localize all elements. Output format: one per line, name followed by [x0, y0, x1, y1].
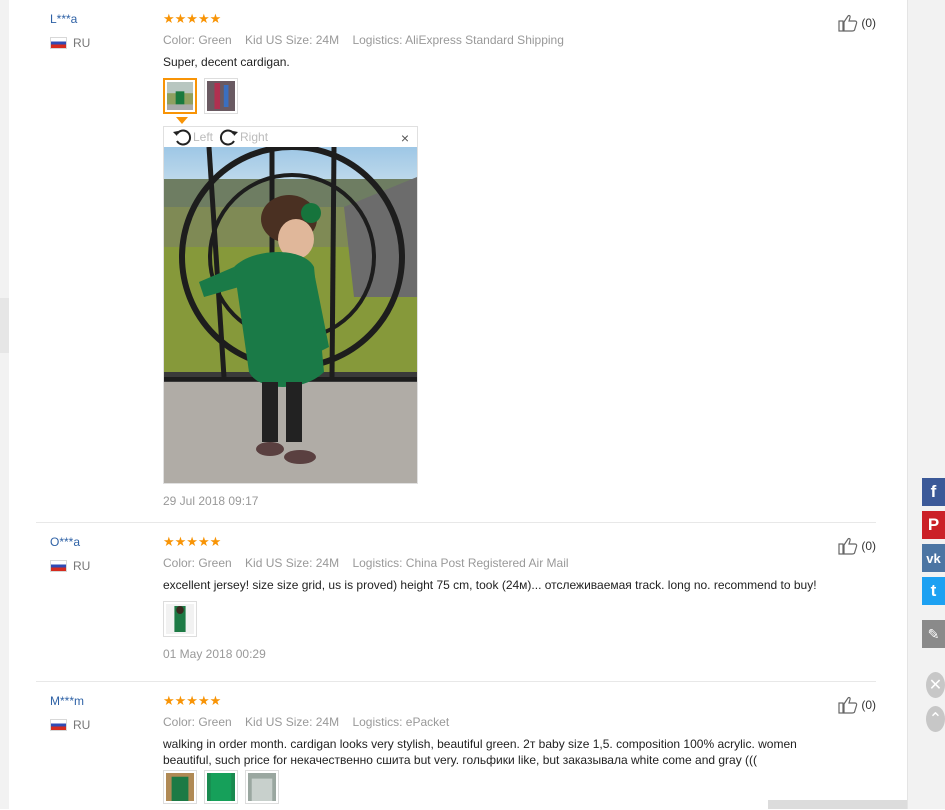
- close-panel-button[interactable]: ✕: [922, 671, 945, 699]
- photo-thumbnail-image: [248, 773, 276, 801]
- review-photo-thumbnail[interactable]: [163, 601, 197, 637]
- size-attribute: Kid US Size: 24M: [245, 556, 340, 570]
- thumbnail-pointer: [176, 117, 188, 124]
- russia-flag-icon: [50, 560, 67, 572]
- helpful-count: (0): [861, 698, 876, 712]
- color-attribute: Color: Green: [163, 715, 232, 729]
- review-info: Color: Green Kid US Size: 24M Logistics:…: [163, 32, 863, 48]
- photo-thumbnail-image: [167, 82, 193, 110]
- helpful-count: (0): [861, 539, 876, 553]
- country-code: RU: [73, 559, 91, 573]
- rotate-left-label: Left: [193, 130, 214, 144]
- color-attribute: Color: Green: [163, 556, 232, 570]
- review-content: ★★★★★ Color: Green Kid US Size: 24M Logi…: [163, 694, 863, 804]
- twitter-share-button[interactable]: t: [922, 577, 945, 605]
- reviewer-name[interactable]: M***m: [50, 694, 84, 708]
- scroll-top-button[interactable]: ⌃: [922, 705, 945, 733]
- pinterest-share-button[interactable]: P: [922, 511, 945, 539]
- edit-button[interactable]: ✎: [922, 620, 945, 648]
- vk-icon: vk: [926, 550, 941, 566]
- review-photo-thumbnail[interactable]: [204, 78, 238, 114]
- helpful-button[interactable]: (0): [838, 537, 876, 555]
- close-icon: ✕: [926, 672, 945, 698]
- review-content: ★★★★★ Color: Green Kid US Size: 24M Logi…: [163, 535, 863, 661]
- reviewer-name[interactable]: O***a: [50, 535, 80, 549]
- country-code: RU: [73, 36, 91, 50]
- review-date: 29 Jul 2018 09:17: [163, 494, 259, 508]
- helpful-count: (0): [861, 16, 876, 30]
- review-photo-thumbnail[interactable]: [204, 770, 238, 804]
- review-date: 01 May 2018 00:29: [163, 647, 266, 661]
- review-photo-large: [164, 147, 417, 483]
- rotate-left-button[interactable]: Left: [172, 128, 213, 146]
- russia-flag-icon: [50, 719, 67, 731]
- star-rating: ★★★★★: [163, 11, 222, 26]
- logistics-attribute: Logistics: China Post Registered Air Mai…: [352, 556, 569, 570]
- thumbs-up-icon: [838, 537, 858, 555]
- size-attribute: Kid US Size: 24M: [245, 33, 340, 47]
- reviewer-country: RU: [50, 36, 90, 50]
- review-thumbnails: [163, 770, 863, 804]
- star-rating: ★★★★★: [163, 534, 222, 549]
- gutter-band: [0, 298, 9, 353]
- thumbs-up-icon: [838, 696, 858, 714]
- review-info: Color: Green Kid US Size: 24M Logistics:…: [163, 714, 863, 730]
- review-photo-thumbnail[interactable]: [245, 770, 279, 804]
- facebook-icon: f: [930, 482, 937, 501]
- pinterest-icon: P: [927, 515, 940, 534]
- rotate-left-icon: [173, 129, 191, 146]
- photo-thumbnail-image: [166, 604, 194, 634]
- review-item: M***m RU ★★★★★ Color: Green Kid US Size:…: [36, 681, 876, 810]
- twitter-icon: t: [930, 581, 937, 600]
- review-thumbnails: [163, 601, 863, 637]
- chevron-up-icon: ⌃: [926, 706, 945, 732]
- rotate-right-icon: [220, 129, 239, 146]
- review-item: L***a RU ★★★★★ Color: Green Kid US Size:…: [36, 0, 876, 522]
- review-text: Super, decent cardigan.: [163, 55, 290, 69]
- viewer-toolbar: Left Right ×: [164, 127, 417, 147]
- thumbs-up-icon: [838, 14, 858, 32]
- star-rating: ★★★★★: [163, 693, 222, 708]
- size-attribute: Kid US Size: 24M: [245, 715, 340, 729]
- child-photo-image: [164, 147, 417, 483]
- helpful-button[interactable]: (0): [838, 14, 876, 32]
- left-gutter: [0, 0, 9, 809]
- rotate-right-button[interactable]: Right: [219, 128, 268, 146]
- color-attribute: Color: Green: [163, 33, 232, 47]
- image-viewer: Left Right ×: [163, 126, 418, 484]
- close-viewer-button[interactable]: ×: [401, 130, 409, 146]
- reviewer-name[interactable]: L***a: [50, 12, 77, 26]
- logistics-attribute: Logistics: ePacket: [352, 715, 450, 729]
- rotate-right-label: Right: [240, 130, 269, 144]
- vk-share-button[interactable]: vk: [922, 544, 945, 572]
- review-content: ★★★★★ Color: Green Kid US Size: 24M Logi…: [163, 11, 863, 508]
- photo-thumbnail-image: [207, 81, 235, 111]
- photo-thumbnail-image: [207, 773, 235, 801]
- review-thumbnails: [163, 78, 863, 114]
- facebook-share-button[interactable]: f: [922, 478, 945, 506]
- review-item: O***a RU ★★★★★ Color: Green Kid US Size:…: [36, 522, 876, 682]
- logistics-attribute: Logistics: AliExpress Standard Shipping: [352, 33, 564, 47]
- reviewer-country: RU: [50, 559, 90, 573]
- pencil-icon: ✎: [927, 625, 940, 642]
- russia-flag-icon: [50, 37, 67, 49]
- photo-thumbnail-image: [166, 773, 194, 801]
- helpful-button[interactable]: (0): [838, 696, 876, 714]
- country-code: RU: [73, 718, 91, 732]
- review-photo-thumbnail[interactable]: [163, 770, 197, 804]
- review-text: excellent jersey! size size grid, us is …: [163, 578, 817, 592]
- reviewer-country: RU: [50, 718, 90, 732]
- review-text: walking in order month. cardigan looks v…: [163, 737, 797, 767]
- review-info: Color: Green Kid US Size: 24M Logistics:…: [163, 555, 863, 571]
- review-photo-thumbnail[interactable]: [163, 78, 197, 114]
